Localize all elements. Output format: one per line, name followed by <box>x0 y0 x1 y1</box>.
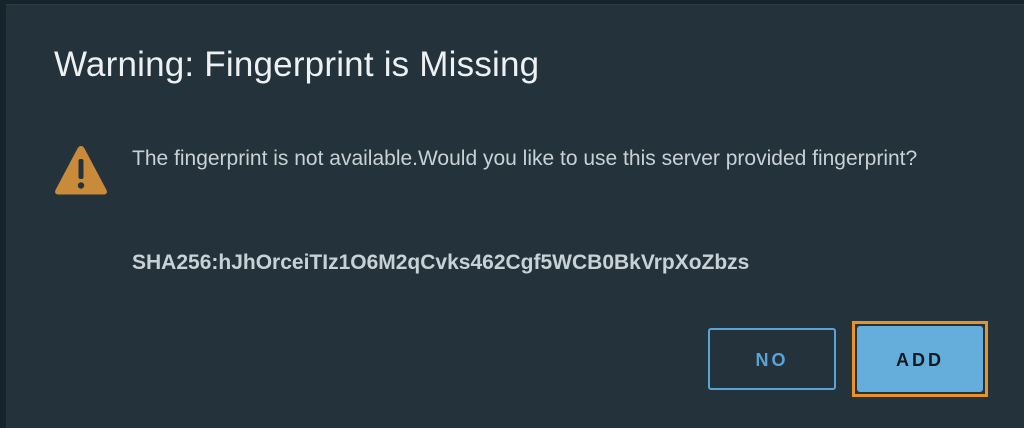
dialog-title: Warning: Fingerprint is Missing <box>54 45 540 84</box>
fingerprint-value: SHA256:hJhOrceiTIz1O6M2qCvks462Cgf5WCB0B… <box>132 251 750 274</box>
add-button[interactable]: ADD <box>857 326 983 392</box>
no-button[interactable]: NO <box>708 328 836 390</box>
warning-triangle-icon <box>55 146 107 195</box>
warning-dialog: Warning: Fingerprint is Missing The fing… <box>6 4 1024 428</box>
dialog-message: The fingerprint is not available.Would y… <box>132 147 918 170</box>
